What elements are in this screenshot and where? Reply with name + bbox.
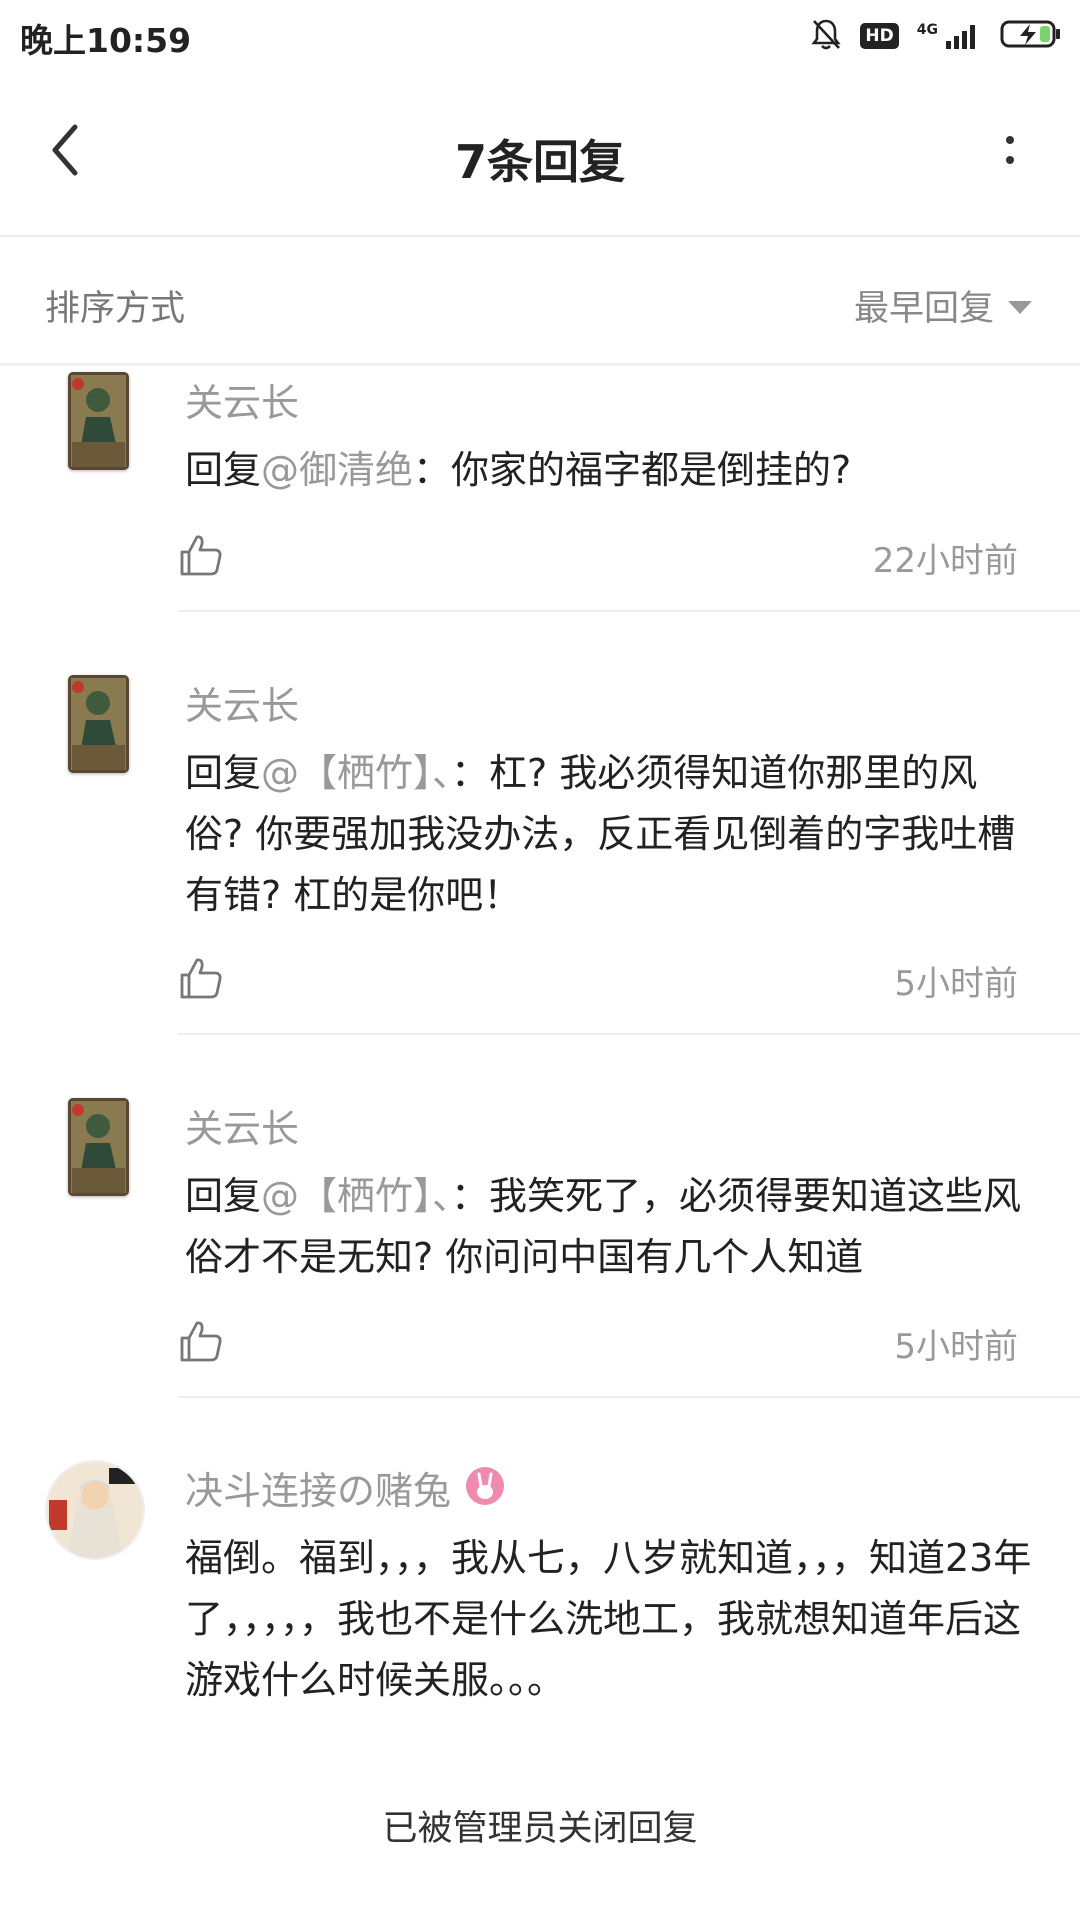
- like-button[interactable]: [178, 532, 224, 578]
- mention-link[interactable]: @【栖竹】、: [261, 751, 451, 795]
- mention-link[interactable]: @御清绝: [261, 448, 413, 492]
- status-time: 晚上10:59: [20, 21, 192, 60]
- comment-username[interactable]: 关云长: [185, 372, 299, 427]
- hd-badge: HD: [860, 23, 899, 49]
- more-options-button[interactable]: [980, 115, 1040, 185]
- replies-closed-notice: 已被管理员关闭回复: [382, 1809, 698, 1849]
- sort-bar: 排序方式 最早回复: [0, 237, 1080, 366]
- battery-charging-icon: [1000, 19, 1062, 53]
- caret-down-icon: [1008, 301, 1032, 314]
- timestamp: 5小时前: [894, 964, 1018, 1004]
- username-row: 决斗连接の赌兔: [185, 1460, 505, 1515]
- thumbs-up-icon: [180, 535, 222, 576]
- status-bar: 晚上10:59 HD 4G: [0, 0, 1080, 70]
- comment-username[interactable]: 决斗连接の赌兔: [185, 1460, 451, 1515]
- rabbit-badge-icon: [465, 1466, 505, 1510]
- mention-link[interactable]: @【栖竹】、: [261, 1174, 451, 1218]
- thumbs-up-icon: [180, 958, 222, 999]
- sort-value: 最早回复: [853, 289, 994, 329]
- timestamp: 5小时前: [894, 1327, 1018, 1367]
- bell-muted-icon: [810, 17, 842, 55]
- divider: [178, 1033, 1080, 1035]
- comment-text: 回复@御清绝：你家的福字都是倒挂的?: [185, 448, 852, 492]
- more-dot-icon: [1006, 156, 1014, 164]
- page-title: 7条回复: [454, 135, 625, 189]
- comment-username[interactable]: 关云长: [185, 675, 299, 730]
- comment-username[interactable]: 关云长: [185, 1098, 299, 1153]
- status-icons: HD 4G: [810, 14, 1062, 58]
- app-header: 7条回复: [0, 70, 1080, 237]
- sort-dropdown[interactable]: 最早回复: [854, 280, 1032, 331]
- avatar[interactable]: [68, 372, 129, 470]
- more-dot-icon: [1006, 136, 1014, 144]
- like-button[interactable]: [178, 1318, 224, 1364]
- avatar[interactable]: [68, 675, 129, 773]
- avatar[interactable]: [45, 1460, 145, 1560]
- sort-label: 排序方式: [45, 289, 186, 329]
- signal-icon: 4G: [917, 21, 982, 51]
- divider: [178, 610, 1080, 612]
- comment-text: 福倒。福到，，，我从七，八岁就知道，，，知道23年了，，，，，我也不是什么洗地工…: [185, 1536, 1032, 1702]
- like-button[interactable]: [178, 955, 224, 1001]
- timestamp: 22小时前: [872, 541, 1018, 581]
- thumbs-up-icon: [180, 1321, 222, 1362]
- avatar[interactable]: [68, 1098, 129, 1196]
- divider: [178, 1396, 1080, 1398]
- comment-text: 回复@【栖竹】、：我笑死了，必须得要知道这些风俗才不是无知? 你问问中国有几个人…: [185, 1174, 1022, 1279]
- comment-text: 回复@【栖竹】、：杠? 我必须得知道你那里的风俗? 你要强加我没办法，反正看见倒…: [185, 751, 1016, 917]
